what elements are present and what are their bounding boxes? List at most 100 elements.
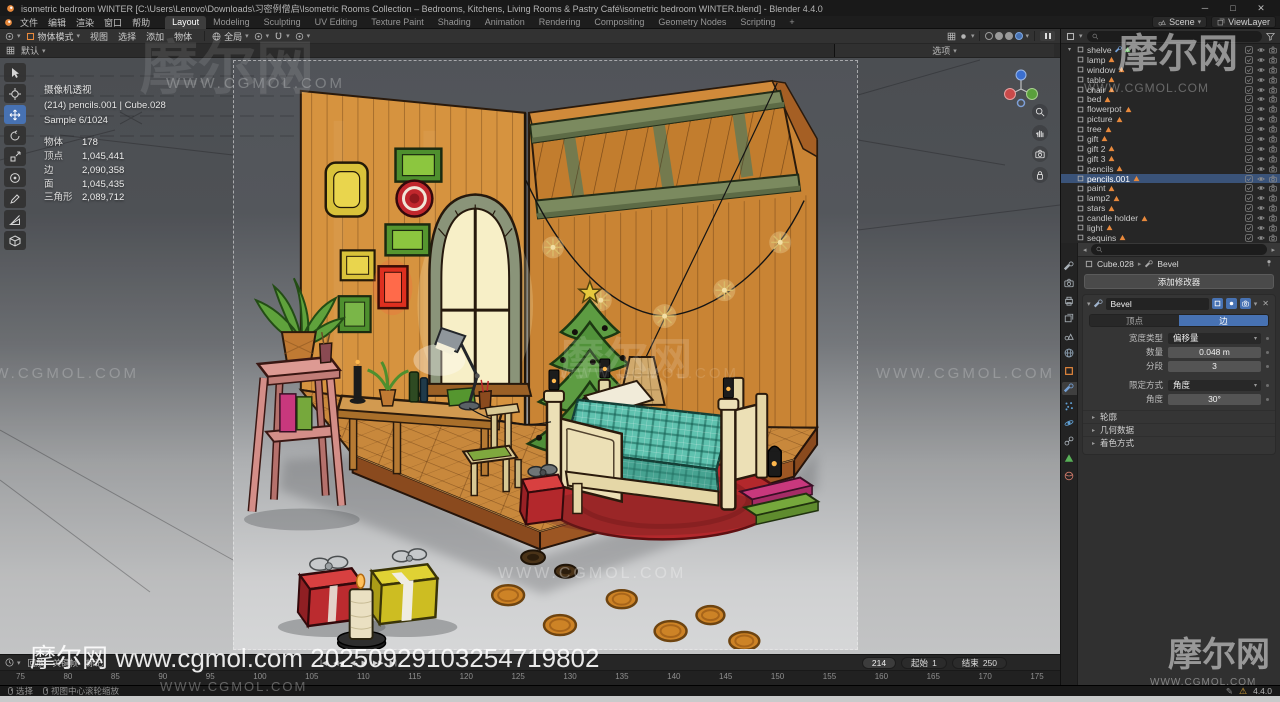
collapse-icon[interactable]: ▾ (1087, 300, 1091, 308)
outliner-row[interactable]: ▾ lamp (1061, 55, 1280, 65)
render-camera-icon[interactable] (1269, 214, 1277, 222)
collapsed-section[interactable]: ▸ 几何数据 (1083, 423, 1275, 436)
field-value[interactable]: 30° (1168, 394, 1261, 405)
options-dropdown[interactable]: 选项▾ (932, 44, 957, 57)
properties-tab[interactable] (1062, 259, 1077, 272)
timeline-menu-item[interactable]: 标记 (86, 657, 103, 669)
hide-eye-icon[interactable] (1257, 184, 1265, 192)
outliner-row[interactable]: ▾ sequins (1061, 233, 1280, 243)
render-camera-icon[interactable] (1269, 165, 1277, 173)
modifier-name-field[interactable]: Bevel (1106, 298, 1209, 310)
camera-view-icon[interactable] (1032, 146, 1048, 162)
tool-button[interactable] (4, 126, 26, 145)
selectable-checkbox-icon[interactable] (1245, 135, 1253, 143)
properties-tab[interactable] (1062, 312, 1077, 325)
render-camera-icon[interactable] (1269, 46, 1277, 54)
selectable-checkbox-icon[interactable] (1245, 165, 1253, 173)
outliner-row[interactable]: ▾ gift (1061, 134, 1280, 144)
expand-icon[interactable]: ▾ (1068, 46, 1074, 53)
selectable-checkbox-icon[interactable] (1245, 234, 1253, 242)
hide-eye-icon[interactable] (1257, 105, 1265, 113)
viewport-menu-item[interactable]: 添加 (141, 30, 169, 43)
pivot-dropdown[interactable]: ▾ (254, 32, 270, 41)
workspace-tab[interactable]: Sculpting (257, 16, 308, 29)
properties-tab[interactable] (1062, 294, 1077, 307)
selectable-checkbox-icon[interactable] (1245, 115, 1253, 123)
render-camera-icon[interactable] (1269, 95, 1277, 103)
workspace-tab[interactable]: Modeling (206, 16, 257, 29)
viewlayer-selector[interactable]: ViewLayer (1211, 16, 1276, 28)
bevel-mode-tab[interactable]: 边 (1179, 315, 1268, 326)
selectable-checkbox-icon[interactable] (1245, 105, 1253, 113)
tool-button[interactable] (4, 189, 26, 208)
mode-dropdown[interactable]: 物体模式 ▾ (26, 30, 81, 43)
pan-hand-icon[interactable] (1032, 125, 1048, 141)
properties-search-input[interactable] (1105, 245, 1262, 254)
hide-eye-icon[interactable] (1257, 135, 1265, 143)
properties-tab[interactable] (1062, 434, 1077, 447)
selectable-checkbox-icon[interactable] (1245, 86, 1253, 94)
playback-button[interactable]: ◀ (350, 659, 355, 667)
render-camera-icon[interactable] (1269, 155, 1277, 163)
collapsed-section[interactable]: ▸ 轮廓 (1083, 410, 1275, 423)
pause-button[interactable] (1040, 31, 1055, 41)
properties-tab[interactable] (1062, 469, 1077, 482)
field-value[interactable]: 0.048 m (1168, 347, 1261, 358)
hide-eye-icon[interactable] (1257, 46, 1265, 54)
outliner-row[interactable]: ▾ stars (1061, 203, 1280, 213)
viewport-menu-item[interactable]: 选择 (113, 30, 141, 43)
menu-item[interactable]: 渲染 (71, 16, 99, 29)
edit-mode-toggle[interactable] (1212, 298, 1223, 309)
render-camera-icon[interactable] (1269, 76, 1277, 84)
breadcrumb-object[interactable]: Cube.028 (1097, 259, 1134, 269)
outliner-row[interactable]: ▾ pencils (1061, 164, 1280, 174)
render-camera-icon[interactable] (1269, 66, 1277, 74)
animate-dot-icon[interactable] (1266, 365, 1269, 368)
outliner-row[interactable]: ▾ light (1061, 223, 1280, 233)
app-menu-icon[interactable] (4, 18, 13, 27)
workspace-tab[interactable]: Scripting (733, 16, 782, 29)
toggle-perspective-icon[interactable] (1032, 167, 1048, 183)
render-camera-icon[interactable] (1269, 194, 1277, 202)
outliner-row[interactable]: ▾ gift 2 (1061, 144, 1280, 154)
selectable-checkbox-icon[interactable] (1245, 46, 1253, 54)
menu-item[interactable]: 窗口 (99, 16, 127, 29)
display-mode-icon[interactable] (1066, 32, 1075, 41)
viewport-menu-item[interactable]: 物体 (169, 30, 197, 43)
properties-tab[interactable] (1062, 399, 1077, 412)
frame-start-field[interactable]: 起始1 (901, 657, 947, 669)
pin-icon[interactable] (1265, 259, 1273, 269)
selectable-checkbox-icon[interactable] (1245, 95, 1253, 103)
hide-eye-icon[interactable] (1257, 145, 1265, 153)
selectable-checkbox-icon[interactable] (1245, 66, 1253, 74)
hide-eye-icon[interactable] (1257, 234, 1265, 242)
tool-button[interactable] (4, 63, 26, 82)
selectable-checkbox-icon[interactable] (1245, 155, 1253, 163)
close-button[interactable]: ✕ (1248, 1, 1274, 15)
outliner-row[interactable]: ▾ tree (1061, 124, 1280, 134)
workspace-tab[interactable]: Shading (431, 16, 478, 29)
tool-button[interactable] (4, 168, 26, 187)
outliner-row[interactable]: ▾ gift 3 (1061, 154, 1280, 164)
properties-tab[interactable] (1062, 417, 1077, 430)
timeline-ruler[interactable]: 7580859095100105110115120125130135140145… (0, 670, 1060, 685)
playback-button[interactable]: ▶▶ (373, 659, 384, 667)
rendered-shading-icon[interactable] (1015, 32, 1023, 40)
outliner-row[interactable]: ▾ pencils.001 (1061, 174, 1280, 184)
render-camera-icon[interactable] (1269, 125, 1277, 133)
outliner-search-input[interactable] (1101, 32, 1257, 41)
outliner-row[interactable]: ▾ lamp2 (1061, 193, 1280, 203)
properties-tab[interactable] (1062, 347, 1077, 360)
selectable-checkbox-icon[interactable] (1245, 145, 1253, 153)
properties-tab[interactable] (1062, 382, 1077, 395)
editor-type-button[interactable]: ▾ (5, 32, 21, 41)
animate-dot-icon[interactable] (1266, 398, 1269, 401)
workspace-tab[interactable]: Layout (165, 16, 206, 29)
visibility-toggles[interactable]: ▾ (947, 32, 975, 41)
viewport-menu-item[interactable]: 视图 (85, 30, 113, 43)
selectable-checkbox-icon[interactable] (1245, 224, 1253, 232)
selectable-checkbox-icon[interactable] (1245, 56, 1253, 64)
outliner-search[interactable] (1087, 31, 1262, 42)
playback-button[interactable]: |◀ (320, 659, 327, 667)
properties-tab[interactable] (1062, 329, 1077, 342)
